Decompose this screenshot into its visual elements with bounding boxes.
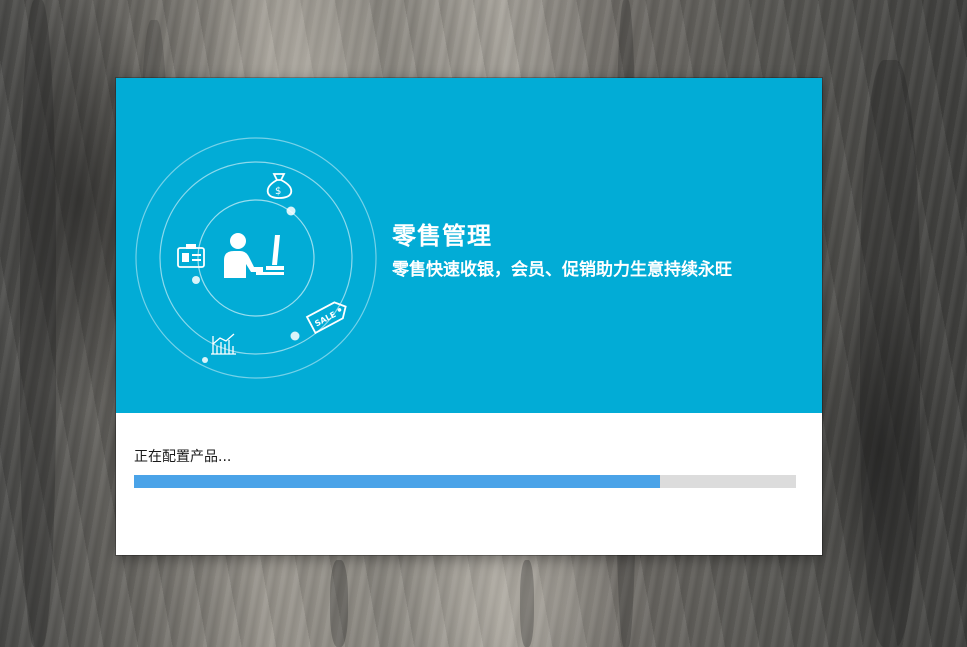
orbit-dot <box>290 331 300 341</box>
orbit-dot <box>202 357 208 363</box>
installer-banner: $ SALE 零售管理 零售快速收银，会员、促销助力生意持续永旺 <box>116 78 822 413</box>
install-progress-bar <box>134 475 796 488</box>
money-bag-icon: $ <box>266 173 293 199</box>
product-tagline: 零售快速收银，会员、促销助力生意持续永旺 <box>392 260 732 280</box>
orbit-dot <box>192 276 200 284</box>
installer-window: $ SALE 零售管理 零售快速收银，会员、促销助力生意持续永旺 正在配置产品.… <box>116 78 822 555</box>
rock-texture <box>860 60 920 647</box>
rock-texture <box>520 560 534 647</box>
install-status-text: 正在配置产品... <box>134 449 232 465</box>
id-card-icon <box>177 244 205 268</box>
orbit-dot <box>286 206 296 216</box>
rock-texture <box>20 0 56 647</box>
outer-orbit <box>135 137 377 379</box>
inner-orbit <box>197 199 315 317</box>
svg-text:$: $ <box>275 186 281 197</box>
install-progress-fill <box>134 475 661 488</box>
rock-texture <box>330 560 348 647</box>
desktop-background: $ SALE 零售管理 零售快速收银，会员、促销助力生意持续永旺 正在配置产品.… <box>0 0 967 647</box>
product-title: 零售管理 <box>392 222 492 250</box>
installer-body: 正在配置产品... <box>116 413 822 555</box>
cashier-person-icon <box>224 233 284 278</box>
sale-tag-icon: SALE <box>305 301 347 335</box>
